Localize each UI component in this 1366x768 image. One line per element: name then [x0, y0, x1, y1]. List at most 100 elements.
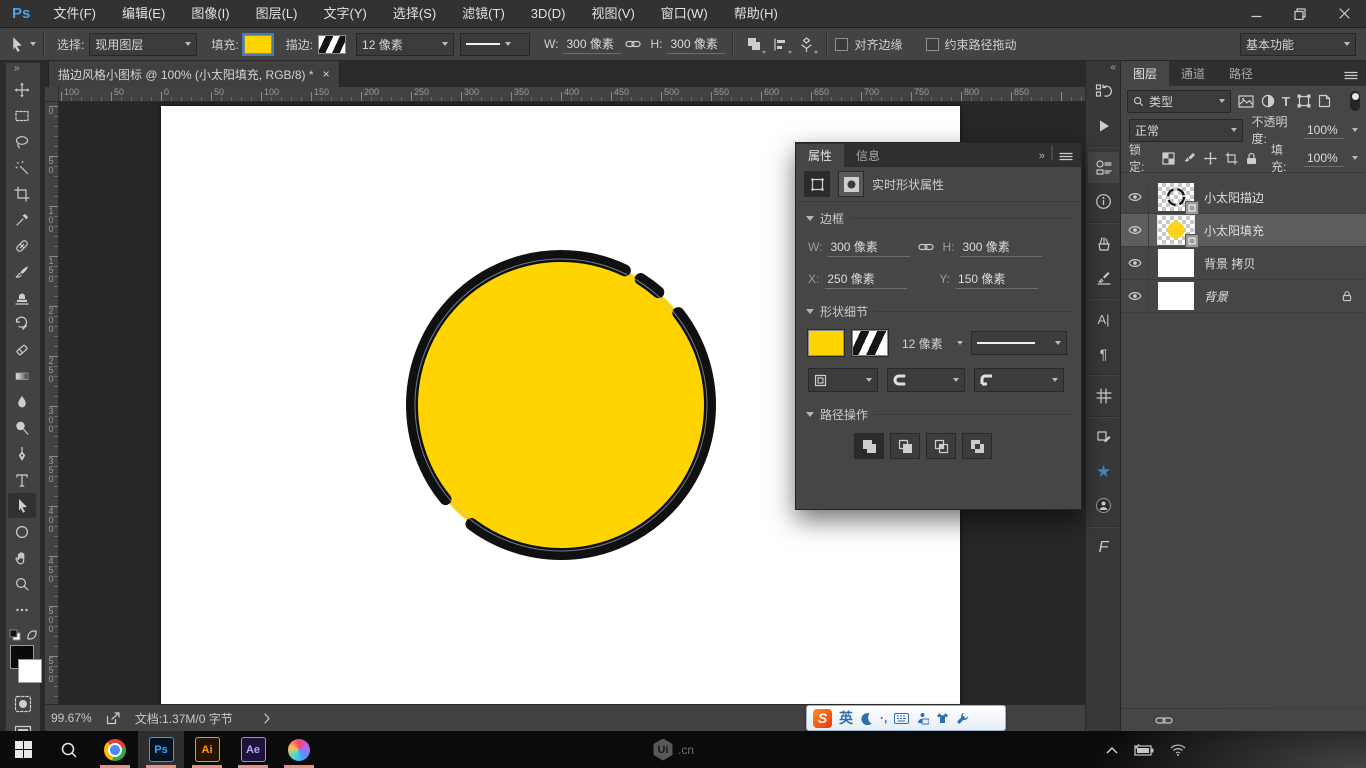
filter-pixel-layers-icon[interactable]: [1238, 95, 1254, 108]
default-colors-icon[interactable]: [9, 629, 22, 642]
swap-colors-icon[interactable]: [26, 629, 38, 641]
current-tool-icon[interactable]: [9, 36, 26, 53]
subtract-front-shape-button[interactable]: [890, 433, 920, 459]
hand-tool[interactable]: [8, 545, 36, 570]
glyphs-panel-icon[interactable]: [1088, 380, 1119, 411]
stroke-caps-dropdown[interactable]: [887, 368, 965, 392]
path-alignment-button[interactable]: [767, 33, 793, 55]
link-dimensions-icon[interactable]: [625, 39, 641, 49]
eyedropper-tool[interactable]: [8, 207, 36, 232]
y-field[interactable]: 150 像素: [956, 269, 1038, 289]
ime-language-mode[interactable]: 英: [839, 708, 853, 728]
layer-name[interactable]: 背景: [1204, 288, 1228, 305]
panel-menu-icon[interactable]: [1344, 71, 1358, 80]
align-edges-checkbox[interactable]: [835, 38, 848, 51]
menu-item[interactable]: 滤镜(T): [449, 1, 518, 27]
adobe-color-panel-icon[interactable]: [1088, 490, 1119, 521]
layer-thumbnail[interactable]: [1156, 248, 1196, 278]
ruler-corner[interactable]: [45, 87, 59, 101]
menu-item[interactable]: 文件(F): [40, 1, 109, 27]
favorites-star-icon[interactable]: ★: [1088, 456, 1119, 487]
zoom-tool[interactable]: [8, 571, 36, 596]
section-path-operations[interactable]: 路径操作: [796, 398, 1081, 427]
sogou-logo-icon[interactable]: S: [813, 709, 832, 728]
tab-paths[interactable]: 路径: [1217, 61, 1265, 86]
brush-presets-panel-icon[interactable]: [1088, 262, 1119, 293]
layer-name[interactable]: 背景 拷贝: [1204, 255, 1255, 272]
layer-thumbnail[interactable]: [1156, 215, 1196, 245]
menu-item[interactable]: 3D(D): [518, 1, 579, 27]
ellipse-shape-tool[interactable]: [8, 519, 36, 544]
vertical-ruler[interactable]: 050100150200250300350400450500550: [45, 102, 59, 704]
history-brush-tool[interactable]: [8, 311, 36, 336]
shape-stroke-width-dropdown[interactable]: 12 像素: [902, 335, 963, 352]
exclude-shapes-button[interactable]: [962, 433, 992, 459]
taskbar-screenshot-tool-icon[interactable]: [276, 731, 322, 768]
visibility-eye-icon[interactable]: [1121, 214, 1149, 246]
restore-button[interactable]: [1278, 0, 1322, 27]
menu-item[interactable]: 选择(S): [380, 1, 449, 27]
layer-row-sun-stroke[interactable]: 小太阳描边: [1121, 181, 1366, 214]
eraser-tool[interactable]: [8, 337, 36, 362]
tab-channels[interactable]: 通道: [1169, 61, 1217, 86]
layer-row-background-copy[interactable]: 背景 拷贝: [1121, 247, 1366, 280]
taskbar-search-button[interactable]: [46, 731, 92, 768]
x-field[interactable]: 250 像素: [825, 269, 907, 289]
export-icon[interactable]: [106, 712, 121, 725]
lock-artboard-icon[interactable]: [1225, 152, 1238, 165]
layer-filter-toggle[interactable]: [1350, 91, 1360, 111]
layer-row-background[interactable]: 背景: [1121, 280, 1366, 313]
link-dimensions-icon[interactable]: [918, 242, 934, 252]
start-button[interactable]: [0, 731, 46, 768]
stroke-align-dropdown[interactable]: [808, 368, 878, 392]
taskbar-mode-icon[interactable]: [916, 712, 929, 725]
pen-tool[interactable]: [8, 441, 36, 466]
menu-item[interactable]: 编辑(E): [109, 1, 178, 27]
live-shape-icon[interactable]: [804, 171, 830, 197]
layer-thumbnail[interactable]: [1156, 182, 1196, 212]
chevron-down-icon[interactable]: [1352, 128, 1358, 132]
workspace-switcher-dropdown[interactable]: 基本功能: [1240, 33, 1356, 56]
character-panel-icon[interactable]: A|: [1088, 304, 1119, 335]
shape-stroke-swatch[interactable]: [852, 330, 888, 356]
edit-toolbar-ellipsis[interactable]: [8, 597, 36, 622]
wrench-settings-icon[interactable]: [956, 712, 969, 725]
actions-panel-icon[interactable]: [1088, 110, 1119, 141]
path-operations-button[interactable]: [741, 33, 767, 55]
filter-type-layers-icon[interactable]: T: [1282, 94, 1290, 109]
tab-layers[interactable]: 图层: [1121, 61, 1169, 86]
lock-pixels-icon[interactable]: [1183, 152, 1196, 165]
intersect-shapes-button[interactable]: [926, 433, 956, 459]
shape-stroke-type-dropdown[interactable]: [971, 331, 1067, 355]
wifi-icon[interactable]: [1170, 744, 1186, 756]
path-arrangement-button[interactable]: [793, 33, 819, 55]
fullwidth-moon-icon[interactable]: [860, 712, 873, 725]
brush-panel-icon[interactable]: [1088, 228, 1119, 259]
width-input[interactable]: 300 像素: [563, 34, 621, 54]
tab-properties[interactable]: 属性: [796, 144, 844, 167]
stroke-type-dropdown[interactable]: [460, 33, 530, 56]
constrain-path-drag-checkbox[interactable]: [926, 38, 939, 51]
soft-keyboard-icon[interactable]: [894, 713, 909, 724]
layer-row-sun-fill[interactable]: 小太阳填充: [1121, 214, 1366, 247]
visibility-eye-icon[interactable]: [1121, 280, 1149, 312]
menu-item[interactable]: 视图(V): [578, 1, 647, 27]
zoom-level-field[interactable]: 99.67%: [51, 711, 92, 725]
shape-fill-swatch[interactable]: [808, 330, 844, 356]
mask-icon[interactable]: [838, 171, 864, 197]
menu-item[interactable]: 图层(L): [243, 1, 311, 27]
tab-close-icon[interactable]: ×: [323, 67, 330, 81]
stroke-corners-dropdown[interactable]: [974, 368, 1064, 392]
layer-name[interactable]: 小太阳填充: [1204, 222, 1264, 239]
taskbar-chrome-icon[interactable]: [92, 731, 138, 768]
section-shape-details[interactable]: 形状细节: [796, 295, 1081, 324]
visibility-eye-icon[interactable]: [1121, 247, 1149, 279]
expand-panels-chevron[interactable]: «: [1110, 62, 1116, 73]
quick-selection-tool[interactable]: [8, 155, 36, 180]
taskbar-aftereffects-icon[interactable]: Ae: [230, 731, 276, 768]
visibility-eye-icon[interactable]: [1121, 181, 1149, 213]
horizontal-ruler[interactable]: 1005005010015020025030035040045050055060…: [59, 87, 1085, 101]
filter-kind-dropdown[interactable]: 类型: [1127, 90, 1231, 113]
properties-panel-icon[interactable]: [1088, 152, 1119, 183]
taskbar-illustrator-icon[interactable]: Ai: [184, 731, 230, 768]
